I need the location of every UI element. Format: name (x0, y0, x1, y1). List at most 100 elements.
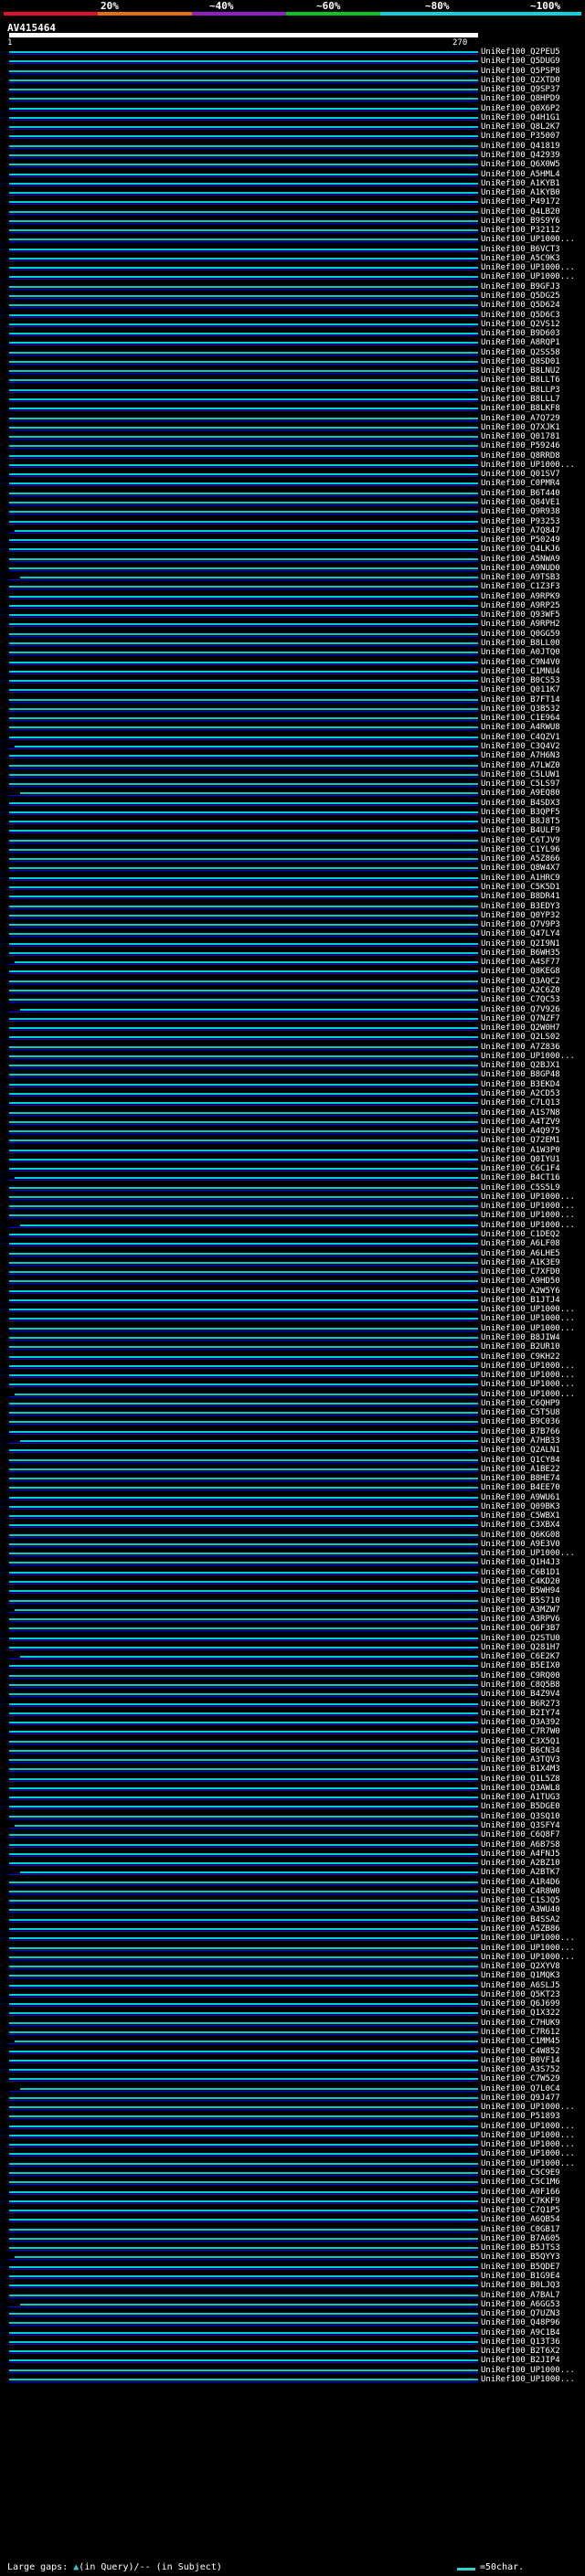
hit-alignment-line[interactable] (9, 1928, 478, 1930)
hit-label-link[interactable]: UniRef100_UP1000... (481, 2103, 575, 2112)
hit-label-link[interactable]: UniRef100_Q1X322 (481, 2009, 560, 2018)
hit-alignment-line[interactable] (9, 970, 478, 973)
hit-label-link[interactable]: UniRef100_A1KYB1 (481, 179, 560, 188)
hit-alignment-line[interactable] (9, 623, 478, 626)
hit-alignment-line[interactable] (9, 755, 478, 758)
hit-alignment-line[interactable] (9, 1055, 478, 1057)
hit-label-link[interactable]: UniRef100_Q3SQ10 (481, 1812, 560, 1821)
hit-alignment-line[interactable] (9, 1581, 478, 1583)
hit-alignment-line[interactable] (9, 821, 478, 823)
hit-label-link[interactable]: UniRef100_B9S9Y6 (481, 217, 560, 226)
hit-alignment-line[interactable] (9, 1890, 478, 1892)
hit-alignment-line[interactable] (9, 1102, 478, 1105)
hit-label-link[interactable]: UniRef100_A6SLJ5 (481, 1981, 560, 1990)
hit-alignment-line[interactable] (20, 1439, 478, 1442)
hit-label-link[interactable]: UniRef100_A9C1B4 (481, 2328, 560, 2337)
hit-label-link[interactable]: UniRef100_Q2W0H7 (481, 1023, 560, 1033)
hit-label-link[interactable]: UniRef100_UP1000... (481, 1362, 575, 1371)
hit-label-link[interactable]: UniRef100_A7H6N3 (481, 751, 560, 760)
hit-alignment-line[interactable] (9, 1966, 478, 1968)
hit-label-link[interactable]: UniRef100_C9N4V0 (481, 658, 560, 667)
hit-alignment-line[interactable] (9, 1702, 478, 1705)
hit-label-link[interactable]: UniRef100_UP1000... (481, 1221, 575, 1230)
hit-alignment-line[interactable] (9, 98, 478, 101)
hit-label-link[interactable]: UniRef100_B7FT14 (481, 695, 560, 705)
hit-label-link[interactable]: UniRef100_A6GG53 (481, 2300, 560, 2309)
hit-alignment-line[interactable] (9, 313, 478, 316)
hit-label-link[interactable]: UniRef100_B8LLP3 (481, 386, 560, 395)
hit-alignment-line[interactable] (9, 1984, 478, 1987)
hit-alignment-line[interactable] (9, 2069, 478, 2072)
hit-label-link[interactable]: UniRef100_A6LF08 (481, 1239, 560, 1248)
hit-label-link[interactable]: UniRef100_A9NUD0 (481, 564, 560, 573)
hit-label-link[interactable]: UniRef100_B8J8T5 (481, 817, 560, 826)
hit-alignment-line[interactable] (9, 2219, 478, 2221)
hit-alignment-line[interactable] (9, 2115, 478, 2118)
hit-label-link[interactable]: UniRef100_A7Q729 (481, 414, 560, 423)
hit-label-link[interactable]: UniRef100_Q8SD01 (481, 357, 560, 366)
hit-alignment-line[interactable] (9, 2322, 478, 2325)
hit-label-link[interactable]: UniRef100_P32112 (481, 226, 560, 235)
hit-label-link[interactable]: UniRef100_C3XBX4 (481, 1521, 560, 1530)
hit-alignment-line[interactable] (9, 229, 478, 232)
hit-alignment-line[interactable] (9, 520, 478, 523)
hit-alignment-line[interactable] (9, 2190, 478, 2193)
hit-alignment-line[interactable] (9, 144, 478, 147)
hit-label-link[interactable]: UniRef100_Q5D6C3 (481, 311, 560, 320)
hit-alignment-line[interactable] (9, 990, 478, 991)
hit-label-link[interactable]: UniRef100_A0JTQ0 (481, 648, 560, 657)
hit-alignment-line[interactable] (9, 1074, 478, 1076)
hit-alignment-line[interactable] (9, 2331, 478, 2334)
hit-label-link[interactable]: UniRef100_B8GP48 (481, 1070, 560, 1079)
hit-label-link[interactable]: UniRef100_C5C1M6 (481, 2178, 560, 2187)
hit-alignment-line[interactable] (9, 1946, 478, 1949)
hit-label-link[interactable]: UniRef100_B1X4M3 (481, 1765, 560, 1774)
hit-alignment-line[interactable] (9, 454, 478, 457)
hit-alignment-line[interactable] (9, 276, 478, 279)
hit-alignment-line[interactable] (9, 192, 478, 195)
hit-alignment-line[interactable] (9, 1374, 478, 1377)
hit-alignment-line[interactable] (9, 1553, 478, 1555)
hit-label-link[interactable]: UniRef100_Q2LS02 (481, 1033, 560, 1042)
hit-label-link[interactable]: UniRef100_B8LL00 (481, 639, 560, 648)
hit-alignment-line[interactable] (9, 642, 478, 644)
hit-alignment-line[interactable] (9, 1571, 478, 1574)
hit-alignment-line[interactable] (9, 2294, 478, 2296)
hit-label-link[interactable]: UniRef100_Q41819 (481, 142, 560, 151)
hit-alignment-line[interactable] (9, 1027, 478, 1030)
hit-label-link[interactable]: UniRef100_C7R7W0 (481, 1727, 560, 1736)
hit-label-link[interactable]: UniRef100_Q5DUG9 (481, 57, 560, 66)
hit-alignment-line[interactable] (9, 1797, 478, 1799)
hit-alignment-line[interactable] (9, 914, 478, 917)
hit-label-link[interactable]: UniRef100_UP1000... (481, 1944, 575, 1953)
hit-alignment-line[interactable] (9, 999, 478, 1002)
hit-alignment-line[interactable] (9, 69, 478, 72)
hit-label-link[interactable]: UniRef100_UP1000... (481, 2140, 575, 2149)
hit-alignment-line[interactable] (9, 1083, 478, 1086)
hit-alignment-line[interactable] (9, 1130, 478, 1133)
hit-alignment-line[interactable] (9, 1252, 478, 1255)
hit-label-link[interactable]: UniRef100_UP1000... (481, 2149, 575, 2158)
hit-label-link[interactable]: UniRef100_Q6J699 (481, 1999, 560, 2009)
hit-alignment-line[interactable] (9, 351, 478, 354)
hit-label-link[interactable]: UniRef100_UP1000... (481, 2131, 575, 2140)
hit-alignment-line[interactable] (9, 379, 478, 382)
hit-label-link[interactable]: UniRef100_C5LS97 (481, 779, 560, 789)
hit-label-link[interactable]: UniRef100_UP1000... (481, 235, 575, 244)
hit-label-link[interactable]: UniRef100_A9E3V0 (481, 1540, 560, 1549)
hit-alignment-line[interactable] (9, 726, 478, 729)
hit-label-link[interactable]: UniRef100_B5QYY3 (481, 2253, 560, 2262)
hit-label-link[interactable]: UniRef100_B8LLT6 (481, 376, 560, 385)
hit-alignment-line[interactable] (9, 1590, 478, 1593)
hit-label-link[interactable]: UniRef100_UP1000... (481, 2375, 575, 2384)
hit-alignment-line[interactable] (9, 1909, 478, 1912)
hit-label-link[interactable]: UniRef100_C5C9E9 (481, 2168, 560, 2178)
hit-alignment-line[interactable] (9, 1468, 478, 1470)
hit-alignment-line[interactable] (9, 1487, 478, 1489)
hit-label-link[interactable]: UniRef100_Q47LY4 (481, 929, 560, 938)
hit-alignment-line[interactable] (9, 1712, 478, 1714)
hit-alignment-line[interactable] (9, 933, 478, 936)
hit-alignment-line[interactable] (9, 1777, 478, 1780)
hit-alignment-line[interactable] (9, 2247, 478, 2250)
hit-alignment-line[interactable] (9, 89, 478, 91)
